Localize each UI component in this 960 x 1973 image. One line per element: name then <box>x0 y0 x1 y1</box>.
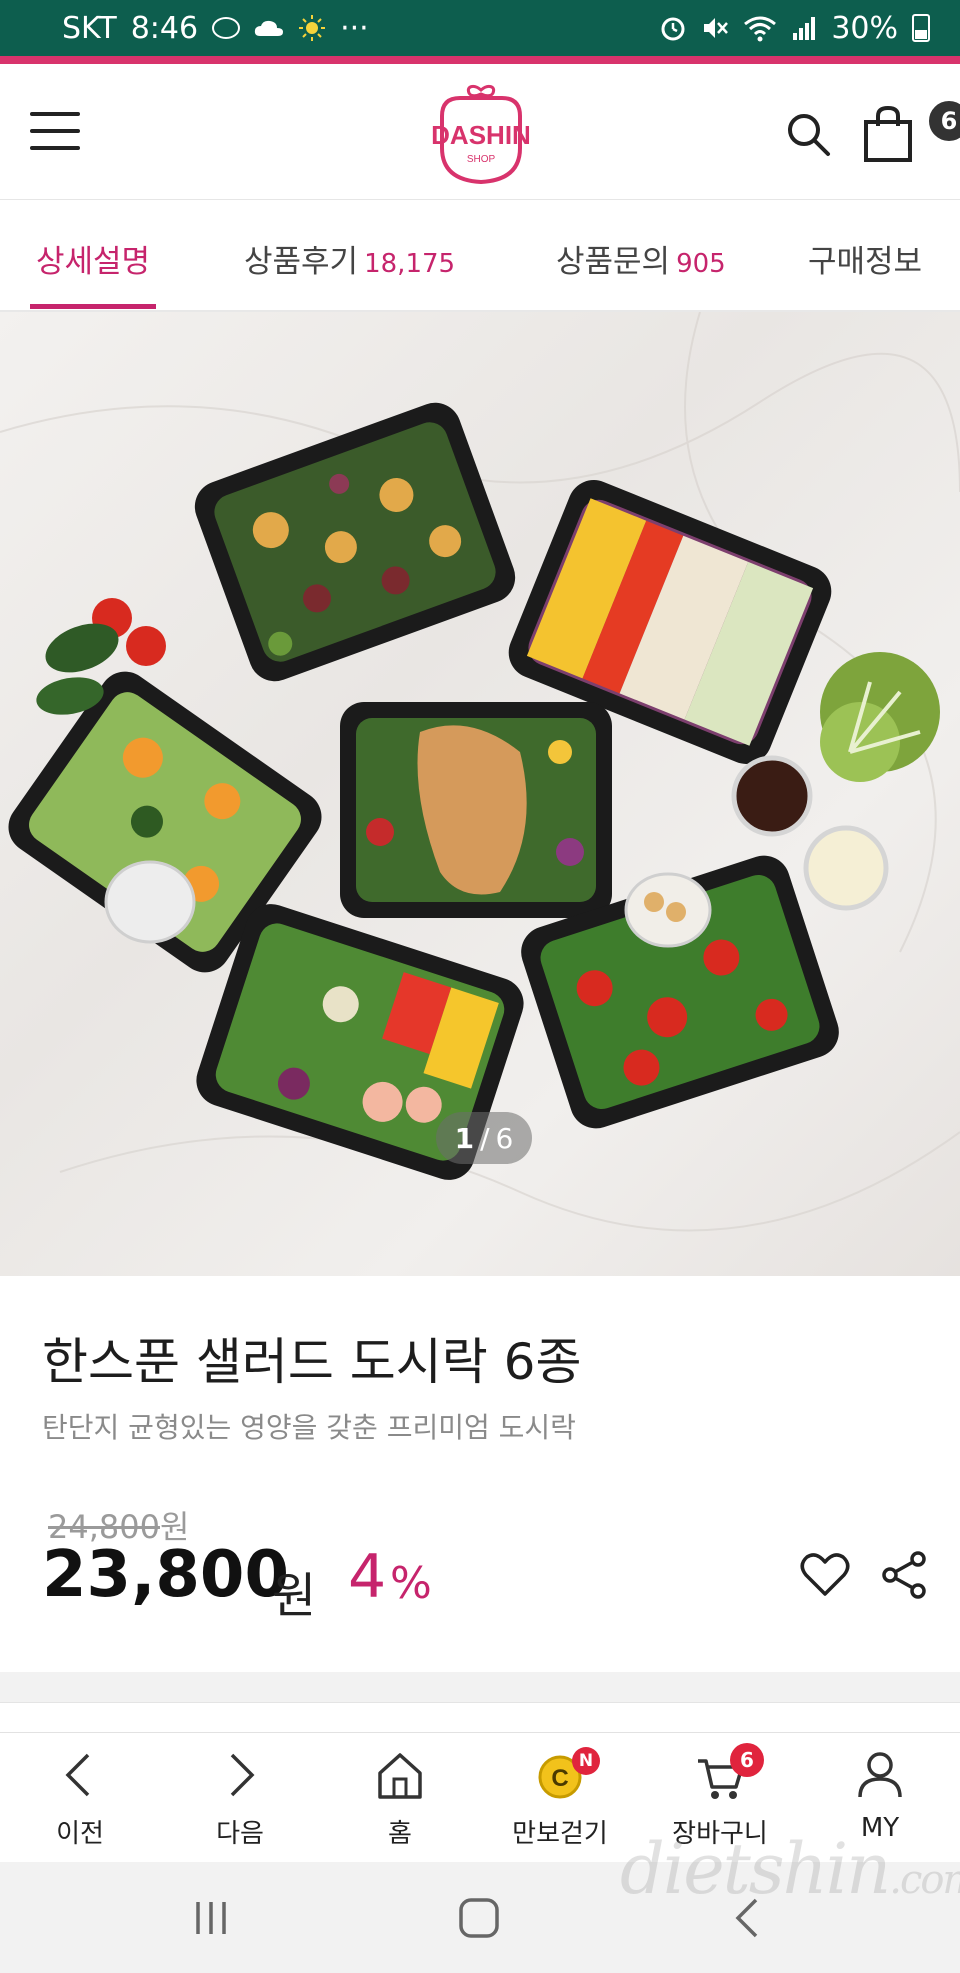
nav-label: 다음 <box>216 1819 264 1849</box>
product-subtitle: 탄단지 균형있는 영양을 갖춘 프리미엄 도시락 <box>42 1411 576 1444</box>
dressing-cup-white <box>104 860 196 944</box>
shopping-bag-icon[interactable] <box>862 104 918 164</box>
active-tab-indicator <box>30 304 156 309</box>
heart-icon[interactable] <box>800 1552 850 1598</box>
clock: 8:46 <box>130 10 199 46</box>
detail-tabs: 상세설명 상품후기 18,175 상품문의 905 구매정보 <box>0 200 960 312</box>
tab-count: 905 <box>676 249 726 279</box>
user-icon <box>858 1752 902 1798</box>
section-divider <box>0 1702 960 1732</box>
status-bar: SKT 8:46 ··· 30% <box>0 0 960 64</box>
tab-label: 상세설명 <box>36 244 151 280</box>
nav-pedometer[interactable]: C N 만보걷기 <box>480 1733 640 1863</box>
salad-box-croutons <box>194 402 516 682</box>
nav-label: 홈 <box>388 1819 412 1849</box>
battery-percent: 30% <box>831 10 898 46</box>
status-accent-line <box>0 56 960 64</box>
sun-icon <box>299 15 326 41</box>
watermark-suffix: .com <box>889 1857 960 1903</box>
tab-count: 18,175 <box>364 249 456 279</box>
chevron-left-icon <box>65 1753 90 1797</box>
tab-inquiries[interactable]: 상품문의 905 <box>556 236 726 281</box>
tab-label: 상품후기 <box>244 244 359 280</box>
search-icon[interactable] <box>784 110 832 158</box>
carrier-label: SKT <box>62 10 117 46</box>
status-right: 30% <box>659 11 930 46</box>
dressing-cup-cream <box>803 825 889 911</box>
tab-purchase-info[interactable]: 구매정보 <box>808 236 922 281</box>
tab-label: 구매정보 <box>808 244 923 280</box>
nav-label: 이전 <box>56 1819 104 1849</box>
tab-label: 상품문의 <box>556 244 671 280</box>
tab-description[interactable]: 상세설명 <box>36 236 150 281</box>
product-info: 한스푼 샐러드 도시락 6종 탄단지 균형있는 영양을 갖춘 프리미엄 도시락 … <box>0 1276 960 1672</box>
product-title: 한스푼 샐러드 도시락 6종 <box>42 1333 582 1391</box>
svg-text:C: C <box>551 1765 568 1792</box>
nav-next[interactable]: 다음 <box>160 1733 320 1863</box>
home-icon <box>378 1753 422 1799</box>
sale-price-unit: 원 <box>272 1568 317 1624</box>
menu-icon[interactable] <box>30 112 80 150</box>
more-notifications-icon: ··· <box>340 10 369 46</box>
new-badge: N <box>572 1747 600 1775</box>
nav-prev[interactable]: 이전 <box>0 1733 160 1863</box>
signal-icon <box>793 17 816 40</box>
discount-rate: 4 <box>348 1542 387 1612</box>
nav-label: 만보걷기 <box>512 1819 608 1849</box>
recent-apps-icon[interactable] <box>186 1896 236 1940</box>
pager-separator: / <box>480 1121 490 1155</box>
carousel-pager: 1 / 6 <box>436 1112 532 1164</box>
logo-text: DASHIN <box>431 120 531 150</box>
dietshin-watermark: dietshin.com <box>620 1828 960 1910</box>
cart-count-badge: 6 <box>730 1743 764 1777</box>
dashin-shop-logo[interactable]: DASHIN SHOP <box>424 82 538 186</box>
watermark-main: dietshin <box>620 1828 891 1910</box>
salad-box-grilled-chicken <box>340 702 612 918</box>
section-divider <box>0 1672 960 1702</box>
dashin-notification-icon <box>212 17 241 39</box>
lettuce-garnish <box>820 652 940 782</box>
chevron-right-icon <box>230 1753 255 1797</box>
sale-price: 23,800 <box>42 1538 289 1612</box>
status-left: SKT 8:46 ··· <box>62 11 369 46</box>
cherry-tomato <box>126 626 166 666</box>
product-image-carousel[interactable]: 1 / 6 <box>0 312 960 1276</box>
nav-home[interactable]: 홈 <box>320 1733 480 1863</box>
discount-unit: % <box>390 1558 432 1609</box>
mute-icon <box>704 18 729 38</box>
tab-reviews[interactable]: 상품후기 18,175 <box>244 236 455 281</box>
wifi-icon <box>744 16 777 42</box>
battery-icon <box>912 14 930 42</box>
dressing-cup-dark <box>731 755 813 837</box>
pager-total: 6 <box>495 1121 514 1155</box>
pager-current: 1 <box>454 1121 475 1155</box>
logo-subtext: SHOP <box>467 154 496 165</box>
app-header: DASHIN SHOP <box>0 64 960 200</box>
share-icon[interactable] <box>880 1550 928 1600</box>
alarm-icon <box>661 17 685 41</box>
cloud-icon <box>254 20 284 36</box>
home-button-icon[interactable] <box>454 1896 504 1940</box>
